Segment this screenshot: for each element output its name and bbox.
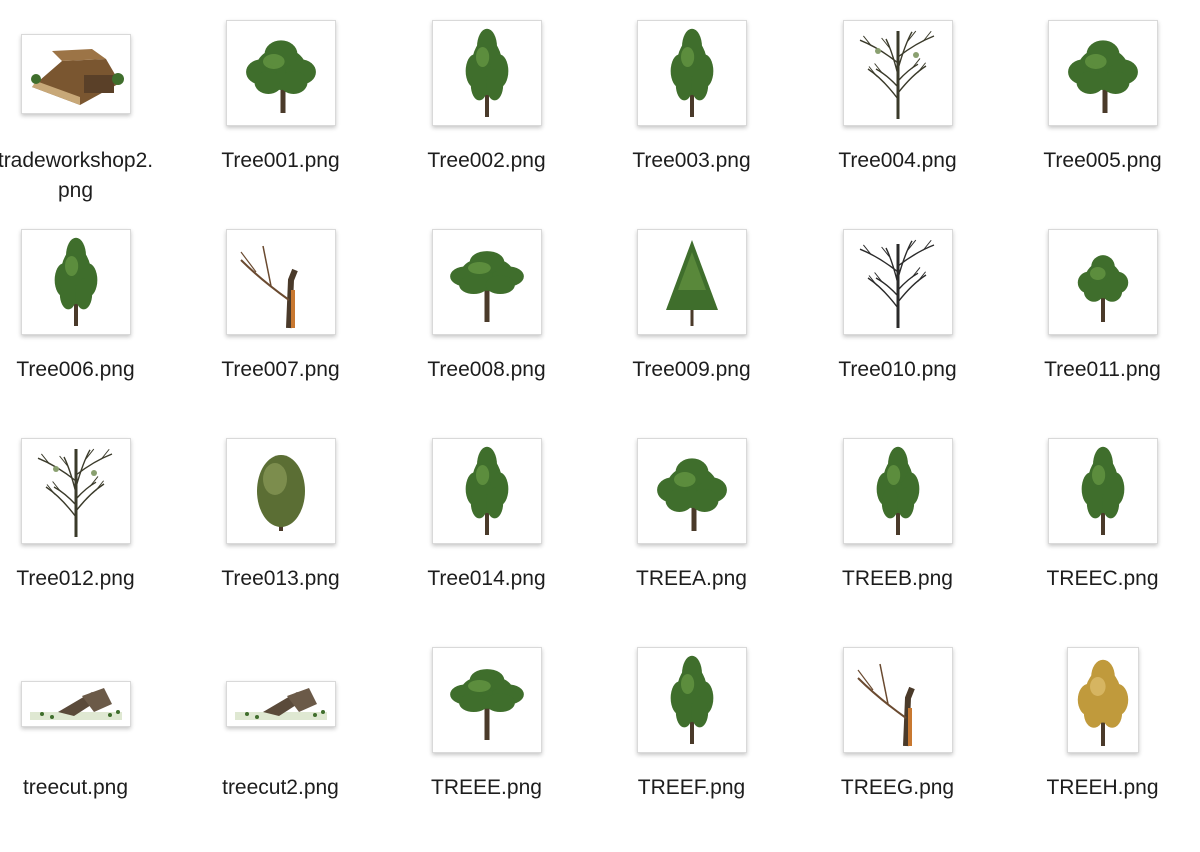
file-item[interactable]: Tree013.png [178,438,383,643]
file-item[interactable]: Tree004.png [795,20,1000,225]
thumbnail-image [859,30,934,119]
thumbnail-image [876,446,919,535]
file-name-label: Tree014.png [427,567,546,590]
file-name-label: treecut.png [22,776,129,799]
file-item[interactable]: Tree008.png [384,229,589,434]
file-thumbnail[interactable] [842,438,953,544]
file-thumbnail[interactable] [225,438,336,544]
thumbnail-image [1067,40,1138,113]
file-thumbnail[interactable] [431,438,542,544]
thumbnail-image [1077,255,1128,322]
thumbnail-image [1081,446,1124,535]
file-name-label: Tree012.png [16,567,135,590]
file-item[interactable]: TREEE.png [384,647,589,852]
thumbnail-image [1077,659,1128,746]
file-name-label: Tree013.png [221,567,340,590]
thumbnail-image [665,240,718,326]
file-thumbnail[interactable] [431,229,542,335]
file-name-label: Tree009.png [632,358,751,381]
thumbnail-image [239,245,298,329]
file-thumbnail[interactable] [20,34,131,114]
file-thumbnail[interactable] [431,20,542,126]
file-item[interactable]: Tree012.png [0,438,178,643]
file-name-label: Tree008.png [427,358,546,381]
file-thumbnail[interactable] [842,20,953,126]
file-thumbnail[interactable] [225,681,336,727]
file-item[interactable]: Tree010.png [795,229,1000,434]
file-item[interactable]: Tree005.png [1000,20,1200,225]
file-name-label: TREEE.png [431,776,542,799]
thumbnail-image [29,688,122,720]
file-name-label: Tree002.png [427,149,546,172]
file-name-label: TREEA.png [636,567,747,590]
file-thumbnail[interactable] [842,229,953,335]
file-name-label: Tree011.png [1044,358,1161,381]
file-name-label: Tree007.png [221,358,340,381]
thumbnail-image [449,669,524,740]
file-item[interactable]: Tree011.png [1000,229,1200,434]
file-item[interactable]: TREEG.png [795,647,1000,852]
file-item[interactable]: Tree014.png [384,438,589,643]
file-name-label: Tree004.png [838,149,957,172]
file-item[interactable]: TREEA.png [589,438,794,643]
file-item[interactable]: Tree009.png [589,229,794,434]
thumbnail-image [670,28,713,117]
thumbnail-image [30,49,124,105]
thumbnail-image [656,458,727,531]
file-item[interactable]: TREEC.png [1000,438,1200,643]
thumbnail-image [859,239,934,328]
file-name-label: Tree006.png [16,358,135,381]
file-name-label: TREEG.png [840,776,955,799]
thumbnail-image [256,455,305,531]
thumbnail-image [245,40,316,113]
thumbnail-image [465,28,508,117]
file-thumbnail[interactable] [636,647,747,753]
file-item[interactable]: Tree003.png [589,20,794,225]
file-item[interactable]: treecut.png [0,647,178,852]
thumbnail-image [465,446,508,535]
file-name-label: Tree010.png [838,358,957,381]
file-item[interactable]: Tree002.png [384,20,589,225]
file-name-label: TREEC.png [1046,567,1159,590]
file-thumbnail[interactable] [225,20,336,126]
file-thumbnail[interactable] [842,647,953,753]
file-thumbnail[interactable] [1066,647,1139,753]
file-thumbnail[interactable] [20,438,131,544]
file-item[interactable]: treecut2.png [178,647,383,852]
file-item[interactable]: TREEH.png [1000,647,1200,852]
file-thumbnail[interactable] [636,229,747,335]
file-item[interactable]: tradeworkshop2. png [0,20,178,225]
file-thumbnail[interactable] [225,229,336,335]
file-item[interactable]: TREEF.png [589,647,794,852]
file-thumbnail[interactable] [431,647,542,753]
thumbnail-image [670,655,713,744]
file-item[interactable]: Tree006.png [0,229,178,434]
file-thumbnail[interactable] [1047,20,1158,126]
file-thumbnail[interactable] [636,438,747,544]
thumbnail-image [37,448,112,537]
file-name-label: Tree003.png [632,149,751,172]
file-thumbnail[interactable] [20,681,131,727]
file-thumbnail[interactable] [1047,438,1158,544]
file-thumbnail[interactable] [20,229,131,335]
file-name-label: TREEB.png [842,567,953,590]
thumbnail-image [54,237,97,326]
file-item[interactable]: Tree007.png [178,229,383,434]
file-name-label: Tree005.png [1043,149,1162,172]
thumbnail-image [449,251,524,322]
file-name-label: Tree001.png [221,149,340,172]
file-item[interactable]: TREEB.png [795,438,1000,643]
file-thumbnail[interactable] [1047,229,1158,335]
file-name-label: treecut2.png [222,776,339,799]
file-thumbnail[interactable] [636,20,747,126]
file-name-label: TREEF.png [637,776,746,799]
file-name-label: TREEH.png [1046,776,1159,799]
file-item[interactable]: Tree001.png [178,20,383,225]
thumbnail-image [234,688,327,720]
thumbnail-image [856,663,915,747]
